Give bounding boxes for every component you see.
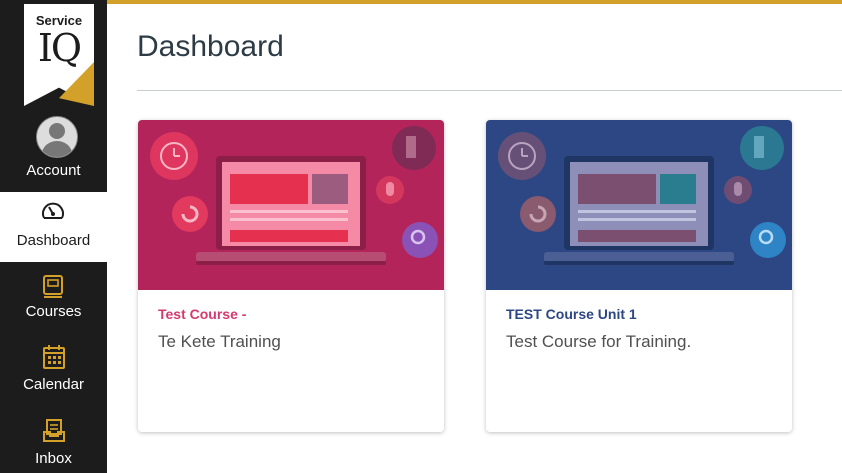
- service-iq-logo[interactable]: Service IQ: [24, 4, 94, 106]
- dashboard-gauge-icon: [42, 202, 64, 219]
- global-nav-sidebar: Service IQ Account Dashboard Courses Cal…: [0, 0, 107, 473]
- book-icon: [43, 275, 63, 298]
- course-card-subtitle: Te Kete Training: [158, 332, 281, 351]
- course-card[interactable]: TEST Course Unit 1 Test Course for Train…: [486, 120, 792, 432]
- top-accent-line: [0, 0, 842, 4]
- course-card-hero-image: [138, 120, 444, 290]
- course-card-subtitle: Test Course for Training.: [506, 332, 692, 351]
- logo-iq-text: IQ: [37, 26, 82, 70]
- nav-account[interactable]: Account: [0, 112, 107, 188]
- calendar-icon: [43, 345, 65, 369]
- nav-inbox[interactable]: Inbox: [0, 414, 107, 473]
- nav-courses-label: Courses: [25, 303, 82, 320]
- inbox-icon: [43, 419, 65, 442]
- course-card-title[interactable]: TEST Course Unit 1: [506, 306, 637, 322]
- nav-courses[interactable]: Courses: [0, 268, 107, 338]
- title-divider: [137, 90, 842, 91]
- nav-inbox-label: Inbox: [35, 450, 72, 467]
- avatar: [36, 116, 78, 158]
- nav-calendar[interactable]: Calendar: [0, 340, 107, 400]
- course-card-hero-image: [486, 120, 792, 290]
- nav-calendar-label: Calendar: [23, 376, 84, 393]
- nav-dashboard[interactable]: Dashboard: [0, 192, 107, 262]
- nav-dashboard-label: Dashboard: [16, 232, 91, 249]
- course-card-title[interactable]: Test Course -: [158, 306, 246, 322]
- course-card[interactable]: Test Course - Te Kete Training: [138, 120, 444, 432]
- nav-account-label: Account: [26, 162, 81, 179]
- page-title: Dashboard: [137, 30, 284, 63]
